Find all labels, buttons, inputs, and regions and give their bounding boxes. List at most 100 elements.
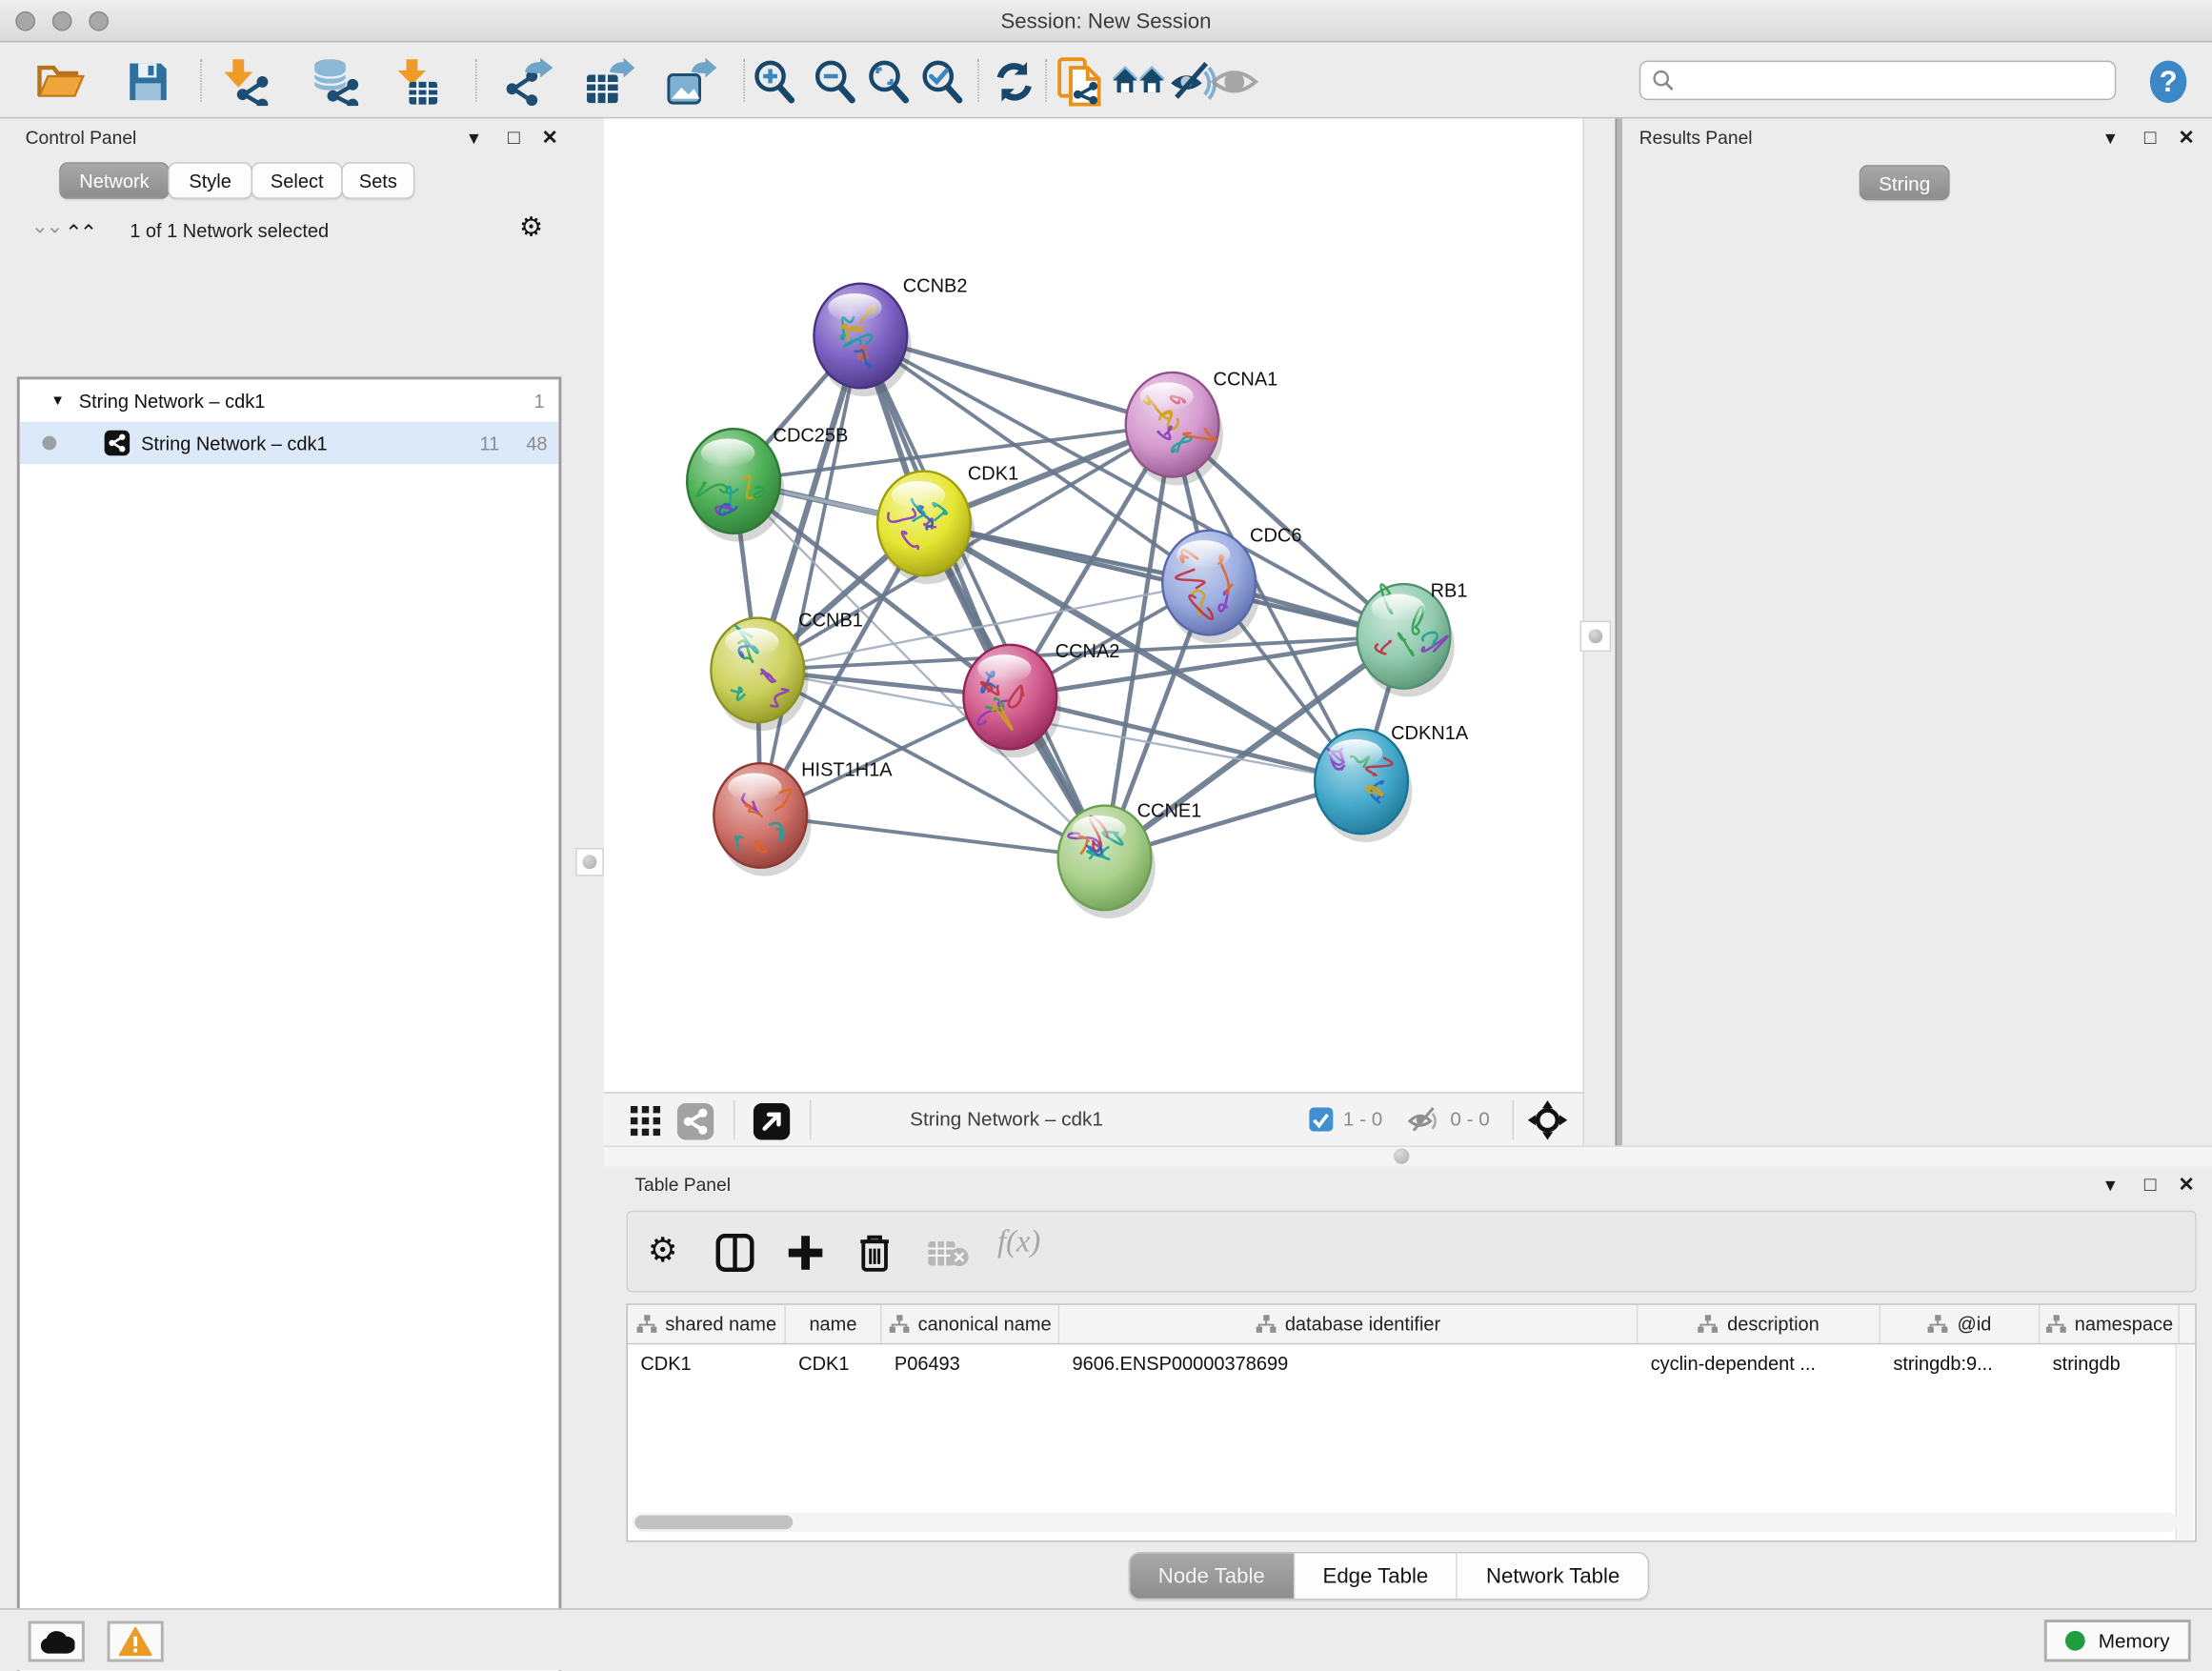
column-header--id[interactable]: @id [1880, 1305, 2040, 1343]
panel-menu-icon[interactable]: ▼ [466, 129, 483, 149]
table-cell[interactable]: CDK1 [786, 1344, 882, 1381]
network-edge-CCNB2-HIST1H1A[interactable] [760, 335, 860, 815]
import-table-button[interactable] [390, 55, 443, 109]
splitter-handle-dot[interactable] [1394, 1148, 1409, 1163]
application-window: Session: New Session [0, 0, 2212, 1670]
cloud-status-button[interactable] [29, 1621, 85, 1662]
save-floppy-icon [127, 61, 169, 103]
network-node-CDC6[interactable]: CDC6 [1162, 526, 1301, 644]
search-icon [1652, 70, 1675, 92]
table-vscrollbar[interactable] [2175, 1344, 2193, 1540]
export-network-button[interactable] [501, 55, 554, 109]
table-cell[interactable]: stringdb [2040, 1344, 2180, 1381]
close-panel-icon[interactable]: ✕ [2178, 1173, 2194, 1197]
export-image-button[interactable] [664, 55, 717, 109]
function-builder-icon: f(x) [997, 1223, 1040, 1260]
tab-network-table[interactable]: Network Table [1458, 1553, 1648, 1598]
show-columns-icon[interactable] [715, 1233, 754, 1272]
float-panel-icon[interactable]: □ [508, 126, 520, 149]
node-count: 11 [479, 433, 499, 453]
table-body: CDK1CDK1P064939606.ENSP00000378699cyclin… [628, 1344, 2195, 1381]
save-session-button[interactable] [121, 55, 174, 109]
network-node-CCNA2[interactable]: CCNA2 [963, 641, 1119, 757]
add-column-icon[interactable] [786, 1233, 825, 1272]
tab-style[interactable]: Style [168, 162, 252, 199]
network-collection-label: String Network – cdk1 [79, 390, 266, 411]
zoom-out-button[interactable] [809, 55, 862, 109]
splitter-handle[interactable] [575, 848, 604, 876]
column-header-namespace[interactable]: namespace [2040, 1305, 2180, 1343]
table-hscrollbar-thumb[interactable] [634, 1515, 793, 1529]
network-collection-row[interactable]: ▼ String Network – cdk1 1 [20, 379, 559, 421]
float-panel-icon[interactable]: □ [2144, 1173, 2157, 1196]
table-cell[interactable]: stringdb:9... [1880, 1344, 2040, 1381]
tab-edge-table[interactable]: Edge Table [1295, 1553, 1458, 1598]
network-node-CCNB2[interactable]: CCNB2 [814, 276, 967, 397]
node-label-CDKN1A: CDKN1A [1391, 723, 1469, 744]
network-canvas[interactable]: CCNB2CCNA1CDC25BCDK1CDC6RB1CCNB1CCNA2CDK… [604, 118, 1583, 1092]
zoom-in-button[interactable] [748, 55, 801, 109]
delete-column-trash-icon[interactable] [856, 1232, 894, 1274]
selected-checkbox-icon[interactable] [1309, 1107, 1333, 1131]
network-node-CCNA1[interactable]: CCNA1 [1126, 369, 1278, 485]
help-button[interactable]: ? [2142, 55, 2195, 109]
birds-eye-view-icon[interactable] [629, 1105, 663, 1139]
zoom-selected-button[interactable] [915, 55, 969, 109]
float-panel-icon[interactable]: □ [2144, 126, 2157, 149]
import-network-from-database-button[interactable] [308, 55, 361, 109]
search-input[interactable] [1683, 69, 2103, 92]
string-badge-icon[interactable] [677, 1103, 714, 1140]
export-table-button[interactable] [583, 55, 636, 109]
network-row[interactable]: String Network – cdk1 11 48 [20, 422, 559, 464]
toolbar-separator [743, 59, 744, 101]
open-in-window-icon[interactable] [754, 1103, 791, 1140]
network-node-HIST1H1A[interactable]: HIST1H1A [714, 759, 893, 876]
tab-select[interactable]: Select [251, 162, 343, 199]
import-network-button[interactable] [219, 55, 272, 109]
close-panel-icon[interactable]: ✕ [542, 126, 558, 150]
table-row[interactable]: CDK1CDK1P064939606.ENSP00000378699cyclin… [628, 1344, 2195, 1381]
network-options-gear-icon[interactable]: ⚙ [519, 211, 543, 244]
warnings-button[interactable] [108, 1621, 164, 1662]
fit-content-crosshair-icon[interactable] [1528, 1100, 1567, 1139]
separator [1512, 1100, 1513, 1139]
expand-all-tree-icon[interactable]: ⌃⌃ [65, 220, 94, 246]
table-options-gear-icon[interactable]: ⚙ [648, 1230, 678, 1271]
table-cell[interactable]: P06493 [882, 1344, 1060, 1381]
tab-string[interactable]: String [1860, 165, 1950, 200]
column-header-database-identifier[interactable]: database identifier [1059, 1305, 1638, 1343]
table-cell[interactable]: cyclin-dependent ... [1638, 1344, 1880, 1381]
show-all-button[interactable] [1208, 55, 1261, 109]
apply-layout-button[interactable] [988, 55, 1041, 109]
open-session-button[interactable] [34, 55, 88, 109]
column-header-name[interactable]: name [786, 1305, 882, 1343]
panel-menu-icon[interactable]: ▼ [2101, 1176, 2119, 1196]
tab-network[interactable]: Network [59, 162, 170, 199]
table-cell[interactable]: CDK1 [628, 1344, 786, 1381]
memory-button[interactable]: Memory [2044, 1620, 2190, 1661]
first-neighbors-button[interactable] [1112, 55, 1165, 109]
tab-sets[interactable]: Sets [341, 162, 414, 199]
network-edge-HIST1H1A-CCNE1[interactable] [760, 815, 1104, 857]
splitter-handle[interactable] [1580, 621, 1612, 653]
clone-network-button[interactable] [1054, 55, 1107, 109]
column-header-description[interactable]: description [1638, 1305, 1880, 1343]
network-view-title: String Network – cdk1 [910, 1107, 1103, 1130]
collapse-all-tree-icon[interactable]: ⌄⌄ [31, 213, 61, 239]
toolbar-separator [977, 59, 978, 101]
network-node-RB1[interactable]: RB1 [1357, 580, 1468, 696]
table-cell[interactable]: 9606.ENSP00000378699 [1059, 1344, 1638, 1381]
table-header-row: shared namenamecanonical namedatabase id… [628, 1305, 2195, 1344]
column-header-canonical-name[interactable]: canonical name [882, 1305, 1060, 1343]
column-type-icon [2045, 1314, 2066, 1334]
column-header-shared-name[interactable]: shared name [628, 1305, 786, 1343]
tree-expander-icon[interactable]: ▼ [50, 393, 65, 408]
tab-node-table[interactable]: Node Table [1130, 1553, 1295, 1598]
table-hscrollbar[interactable] [632, 1512, 2178, 1532]
close-panel-icon[interactable]: ✕ [2178, 126, 2194, 150]
panel-menu-icon[interactable]: ▼ [2101, 129, 2119, 149]
zoom-fit-button[interactable] [862, 55, 915, 109]
toolbar-search-box[interactable] [1639, 61, 2117, 100]
network-node-CDKN1A[interactable]: CDKN1A [1315, 723, 1469, 842]
network-node-CCNE1[interactable]: CCNE1 [1058, 800, 1202, 918]
